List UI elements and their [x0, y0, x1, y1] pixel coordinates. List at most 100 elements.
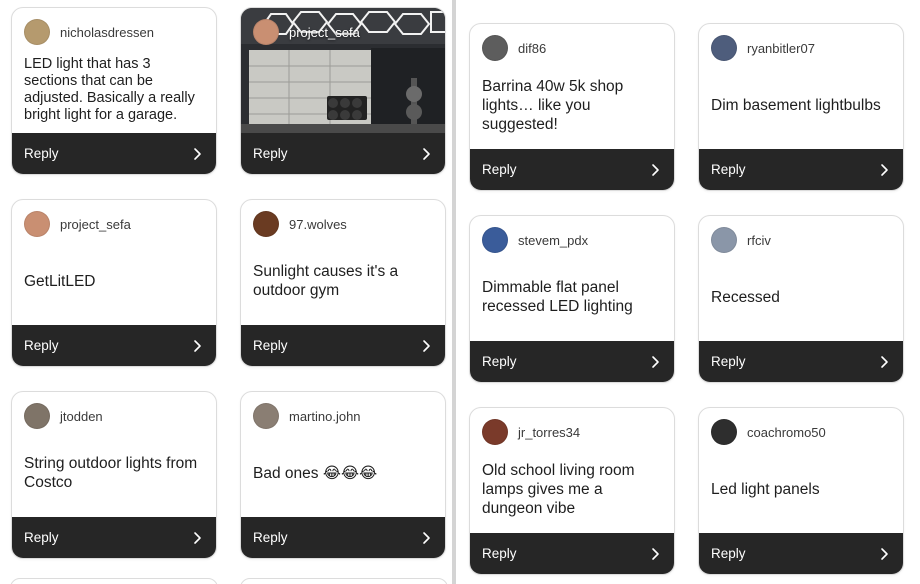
reply-card: dif86 Barrina 40w 5k shop lights… like y… [469, 23, 675, 191]
reply-label: Reply [711, 354, 746, 369]
chevron-right-icon [194, 531, 201, 544]
username[interactable]: coachromo50 [747, 425, 826, 440]
chevron-right-icon [652, 355, 659, 368]
reply-button[interactable]: Reply [470, 341, 674, 382]
card-header: project_sefa [24, 210, 206, 238]
username[interactable]: jtodden [60, 409, 103, 424]
reply-label: Reply [253, 338, 288, 353]
reply-text: LED light that has 3 sections that can b… [24, 56, 195, 123]
reply-card: ryanbitler07 Dim basement lightbulbs Rep… [698, 23, 904, 191]
card-header: 97.wolves [253, 210, 435, 238]
card-body: GetLitLED [24, 238, 206, 324]
card-body: String outdoor lights from Costco [24, 430, 206, 516]
card-header: dif86 [482, 34, 664, 62]
chevron-right-icon [194, 147, 201, 160]
user-avatar[interactable] [253, 403, 279, 429]
card-body: Dim basement lightbulbs [711, 62, 893, 148]
reply-card: coachromo50 Led light panels Reply [698, 407, 904, 575]
user-avatar[interactable] [24, 19, 50, 45]
username[interactable]: martino.john [289, 409, 361, 424]
chevron-right-icon [423, 147, 430, 160]
user-avatar[interactable] [24, 211, 50, 237]
user-avatar[interactable] [253, 19, 279, 45]
reply-label: Reply [482, 162, 517, 177]
user-avatar[interactable] [711, 419, 737, 445]
username[interactable]: rfciv [747, 233, 771, 248]
reply-text: Old school living room lamps gives me a … [482, 461, 635, 517]
reply-button[interactable]: Reply [241, 517, 445, 558]
reply-card: stevem_pdx Dimmable flat panel recessed … [469, 215, 675, 383]
username[interactable]: dif86 [518, 41, 546, 56]
card-body: Old school living room lamps gives me a … [482, 446, 664, 532]
reply-text: Recessed [711, 288, 780, 306]
reply-card: martino.john Bad ones 😂😂😂 Reply [240, 391, 446, 559]
reply-button[interactable]: Reply [470, 149, 674, 190]
user-avatar[interactable] [711, 227, 737, 253]
reply-label: Reply [24, 338, 59, 353]
reply-label: Reply [482, 354, 517, 369]
card-header: project_sefa [253, 18, 435, 46]
reply-button[interactable]: Reply [12, 517, 216, 558]
reply-text: Sunlight causes it's a outdoor gym [253, 263, 399, 299]
card-body: Bad ones 😂😂😂 [253, 430, 435, 516]
reply-text: Dim basement lightbulbs [711, 96, 881, 114]
username[interactable]: jr_torres34 [518, 425, 580, 440]
reply-button[interactable]: Reply [699, 341, 903, 382]
card-body: Sunlight causes it's a outdoor gym [253, 238, 435, 324]
reply-card: 97.wolves Sunlight causes it's a outdoor… [240, 199, 446, 367]
chevron-right-icon [652, 163, 659, 176]
reply-text: Led light panels [711, 480, 820, 498]
card-header: stevem_pdx [482, 226, 664, 254]
user-avatar[interactable] [482, 35, 508, 61]
card-body: LED light that has 3 sections that can b… [24, 46, 206, 132]
card-header: martino.john [253, 402, 435, 430]
reply-button[interactable]: Reply [12, 133, 216, 174]
user-avatar[interactable] [253, 211, 279, 237]
reply-button[interactable]: Reply [470, 533, 674, 574]
reply-button[interactable]: Reply [699, 533, 903, 574]
username[interactable]: ryanbitler07 [747, 41, 815, 56]
user-avatar[interactable] [482, 419, 508, 445]
chevron-right-icon [881, 355, 888, 368]
reply-label: Reply [711, 546, 746, 561]
reply-label: Reply [482, 546, 517, 561]
reply-text: Bad ones 😂😂😂 [253, 464, 378, 482]
card-body: Recessed [711, 254, 893, 340]
reply-card: project_sefa GetLitLED Reply [11, 199, 217, 367]
reply-button[interactable]: Reply [241, 325, 445, 366]
username[interactable]: 97.wolves [289, 217, 347, 232]
card-body: Dimmable flat panel recessed LED lightin… [482, 254, 664, 340]
reply-button[interactable]: Reply [699, 149, 903, 190]
card-header: jtodden [24, 402, 206, 430]
reply-button[interactable]: Reply [12, 325, 216, 366]
left-replies-panel: nicholasdressen LED light that has 3 sec… [0, 0, 452, 584]
reply-card: jr_torres34 Old school living room lamps… [469, 407, 675, 575]
chevron-right-icon [423, 531, 430, 544]
username[interactable]: project_sefa [60, 217, 131, 232]
card-body: Led light panels [711, 446, 893, 532]
username[interactable]: nicholasdressen [60, 25, 154, 40]
reply-label: Reply [253, 146, 288, 161]
user-avatar[interactable] [24, 403, 50, 429]
reply-card: rfciv Recessed Reply [698, 215, 904, 383]
user-avatar[interactable] [711, 35, 737, 61]
username[interactable]: project_sefa [289, 25, 360, 40]
reply-label: Reply [253, 530, 288, 545]
reply-text: Barrina 40w 5k shop lights… like you sug… [482, 77, 624, 133]
chevron-right-icon [881, 547, 888, 560]
reply-text: Dimmable flat panel recessed LED lightin… [482, 279, 633, 315]
chevron-right-icon [881, 163, 888, 176]
reply-text: String outdoor lights from Costco [24, 455, 198, 491]
reply-card-partial [240, 578, 448, 584]
reply-button[interactable]: Reply [241, 133, 445, 174]
reply-card: nicholasdressen LED light that has 3 sec… [11, 7, 217, 175]
chevron-right-icon [652, 547, 659, 560]
username[interactable]: stevem_pdx [518, 233, 588, 248]
card-header: jr_torres34 [482, 418, 664, 446]
right-replies-panel: dif86 Barrina 40w 5k shop lights… like y… [456, 0, 920, 584]
chevron-right-icon [423, 339, 430, 352]
chevron-right-icon [194, 339, 201, 352]
reply-card-partial [10, 578, 218, 584]
card-body: Barrina 40w 5k shop lights… like you sug… [482, 62, 664, 148]
user-avatar[interactable] [482, 227, 508, 253]
